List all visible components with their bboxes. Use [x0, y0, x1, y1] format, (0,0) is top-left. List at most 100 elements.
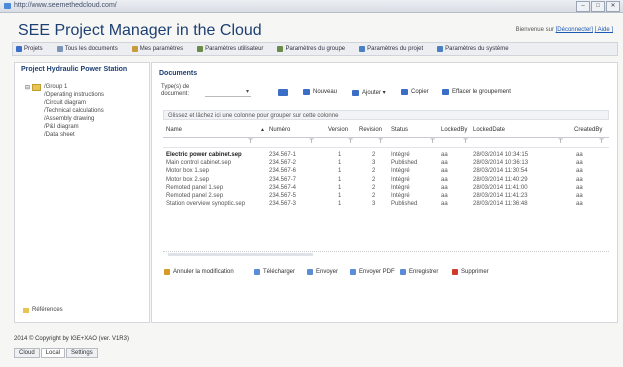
filter-icon[interactable]: ⊤: [309, 138, 314, 145]
menu-group-params[interactable]: Paramètres du groupe: [274, 46, 345, 52]
menu-system-params[interactable]: Paramètres du système: [434, 46, 509, 52]
view-button[interactable]: [278, 89, 291, 96]
cell-revision: 3: [372, 201, 376, 208]
copyright-footer: 2014 © Copyright by IGE+XAO (ver. V1R3): [14, 336, 129, 342]
cell-locked-date: 28/03/2014 11:30:54: [473, 168, 528, 175]
filter-icon[interactable]: ⊤: [558, 138, 563, 145]
menu-user-params[interactable]: Paramètres utilisateur: [194, 46, 263, 52]
table-row[interactable]: Electric power cabinet.sep 234.567-1 1 2…: [163, 152, 609, 160]
cell-created-by: aa: [576, 192, 583, 199]
copy-button[interactable]: Copier: [401, 89, 429, 95]
undo-button[interactable]: Annuler la modification: [164, 269, 234, 275]
view-icon: [278, 89, 288, 96]
cell-revision: 2: [372, 168, 376, 175]
table-row[interactable]: Station overview synoptic.sep 234.567-3 …: [163, 201, 609, 209]
cell-name: Remoted panel 1.sep: [166, 184, 224, 191]
delete-button[interactable]: Supprimer: [452, 269, 489, 275]
filter-icon[interactable]: ⊤: [599, 138, 604, 145]
upload-button[interactable]: Envoyer: [307, 269, 338, 275]
scrollbar-thumb[interactable]: [168, 253, 313, 256]
add-button[interactable]: Ajouter ▾: [352, 89, 386, 96]
table-row[interactable]: Motor box 2.sep 234.567-7 1 2 Intégré aa…: [163, 177, 609, 185]
column-header-created-by[interactable]: CreatedBy: [574, 127, 602, 133]
filter-icon[interactable]: ⊤: [463, 138, 468, 145]
column-header-number[interactable]: Numéro: [269, 127, 290, 133]
tab-cloud[interactable]: Cloud: [14, 348, 40, 358]
table-row[interactable]: Main control cabinet.sep 234.567-2 1 3 P…: [163, 160, 609, 168]
menu-project-params[interactable]: Paramètres du projet: [356, 46, 423, 52]
project-tree-panel: Project Hydraulic Power Station ⊟ /Group…: [14, 62, 150, 323]
table-row[interactable]: Remoted panel 2.sep 234.567-5 1 2 Intégr…: [163, 193, 609, 201]
tree-item[interactable]: /Data sheet: [25, 131, 104, 139]
column-header-name[interactable]: Name: [166, 127, 182, 133]
cell-revision: 3: [372, 160, 376, 167]
delete-icon: [452, 269, 458, 275]
cell-number: 234.567-6: [269, 168, 297, 175]
table-header: Name ▲ Numéro Version Revision Status Lo…: [163, 124, 609, 138]
cell-name: Station overview synoptic.sep: [166, 201, 246, 208]
project-tree-header: Project Hydraulic Power Station: [21, 66, 128, 73]
column-header-locked-date[interactable]: LockedDate: [473, 127, 505, 133]
filter-icon[interactable]: ⊤: [378, 138, 383, 145]
group-drop-zone[interactable]: Glissez et lâchez ici une colonne pour g…: [163, 110, 609, 120]
save-button[interactable]: Enregistrer: [400, 269, 438, 275]
collapse-icon[interactable]: ⊟: [25, 84, 30, 91]
tab-settings[interactable]: Settings: [66, 348, 98, 358]
new-button[interactable]: Nouveau: [303, 89, 337, 95]
user-settings-icon: [131, 46, 138, 52]
filter-icon[interactable]: ⊤: [348, 138, 353, 145]
menu-projects[interactable]: Projets: [13, 46, 43, 52]
new-icon: [303, 89, 310, 95]
menu-all-documents[interactable]: Tous les documents: [54, 46, 118, 52]
cell-locked-date: 28/03/2014 10:34:15: [473, 152, 529, 158]
column-header-status[interactable]: Status: [391, 127, 408, 133]
action-label: Supprimer: [461, 269, 489, 275]
group-params-icon: [277, 46, 284, 52]
column-header-locked-by[interactable]: LockedBy: [441, 127, 467, 133]
tree-item[interactable]: /P&I diagram: [25, 123, 104, 131]
tree-item[interactable]: /Technical calculations: [25, 107, 104, 115]
column-header-revision[interactable]: Revision: [359, 127, 382, 133]
references-item[interactable]: Références: [23, 307, 63, 313]
cell-status: Intégré: [391, 192, 410, 199]
maximize-button[interactable]: □: [591, 1, 605, 12]
horizontal-scrollbar[interactable]: [163, 251, 609, 257]
tree-item[interactable]: /Operating instructions: [25, 91, 104, 99]
table-row[interactable]: Remoted panel 1.sep 234.567-4 1 2 Intégr…: [163, 185, 609, 193]
cell-version: 1: [338, 160, 342, 167]
menu-label: Paramètres du groupe: [285, 46, 346, 52]
tree-item[interactable]: /Assembly drawing: [25, 115, 104, 123]
tree-item[interactable]: /Circuit diagram: [25, 99, 104, 107]
download-button[interactable]: Télécharger: [254, 269, 295, 275]
cell-revision: 2: [372, 152, 376, 158]
cell-locked-date: 28/03/2014 11:40:29: [473, 176, 528, 183]
tab-local[interactable]: Local: [40, 348, 66, 358]
column-header-version[interactable]: Version: [328, 127, 348, 133]
minimize-button[interactable]: –: [576, 1, 590, 12]
filter-icon[interactable]: ⊤: [248, 138, 253, 145]
close-button[interactable]: ✕: [606, 1, 620, 12]
cell-status: Intégré: [391, 152, 410, 158]
disconnect-link[interactable]: [Déconnecter]: [556, 27, 593, 33]
toolbar-label: Ajouter ▾: [362, 90, 386, 96]
browser-url[interactable]: http://www.seemethedcloud.com/: [14, 2, 117, 9]
system-params-icon: [437, 46, 444, 52]
cell-version: 1: [338, 168, 342, 175]
action-label: Envoyer PDF: [359, 269, 395, 275]
help-link[interactable]: [ Aide ]: [595, 27, 613, 33]
menu-label: Paramètres du système: [445, 46, 509, 52]
sort-asc-icon[interactable]: ▲: [260, 127, 265, 133]
table-row[interactable]: Motor box 1.sep 234.567-6 1 2 Intégré aa…: [163, 168, 609, 176]
cell-locked-by: aa: [441, 192, 448, 199]
menu-my-settings[interactable]: Mes paramètres: [129, 46, 183, 52]
main-menu: Projets Tous les documents Mes paramètre…: [12, 42, 618, 56]
document-type-select[interactable]: ▾: [205, 88, 251, 97]
tree-group-node[interactable]: ⊟ /Group 1: [25, 83, 104, 91]
project-params-icon: [359, 46, 366, 52]
browser-titlebar: http://www.seemethedcloud.com/ – □ ✕: [0, 0, 623, 13]
clear-grouping-button[interactable]: Effacer le groupement: [442, 89, 511, 95]
filter-icon[interactable]: ⊤: [430, 138, 435, 145]
projects-icon: [16, 46, 22, 52]
cell-version: 1: [338, 192, 342, 199]
send-pdf-button[interactable]: Envoyer PDF: [350, 269, 395, 275]
